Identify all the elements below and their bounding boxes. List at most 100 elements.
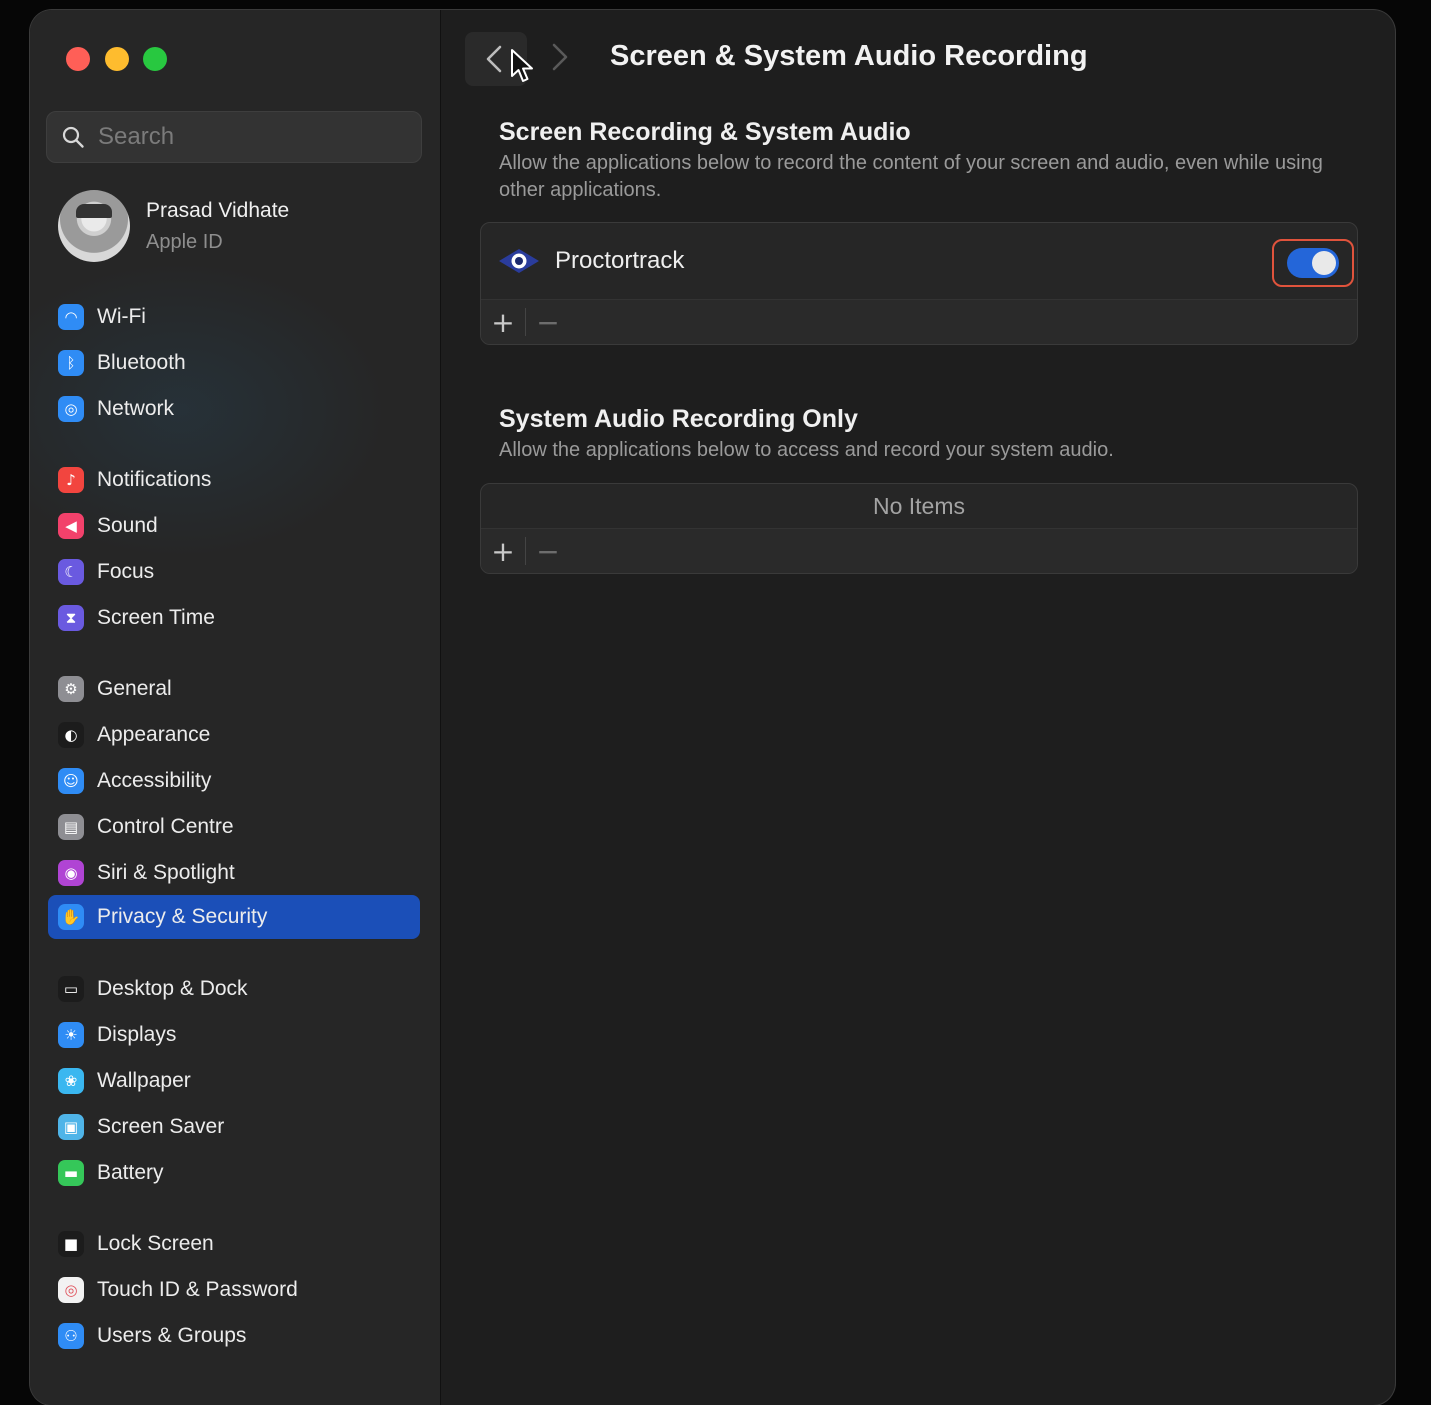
bluetooth-icon: ᛒ [58, 350, 84, 376]
sidebar-item-touch-id-password[interactable]: ◎ Touch ID & Password [48, 1268, 420, 1312]
page-title: Screen & System Audio Recording [610, 40, 1088, 72]
moon-icon: ☾ [58, 559, 84, 585]
apple-id-profile[interactable]: Prasad Vidhate Apple ID [58, 188, 418, 264]
sidebar-item-label: General [97, 677, 172, 700]
zoom-button[interactable] [143, 47, 167, 71]
screen-saver-icon: ▣ [58, 1114, 84, 1140]
sidebar-item-label: Battery [97, 1161, 164, 1184]
avatar [58, 190, 130, 262]
settings-window: Prasad Vidhate Apple ID ◠ Wi-Fi ᛒ Bluetooth… [30, 10, 1395, 1405]
hand-icon: ✋ [58, 904, 84, 930]
sidebar-item-screen-time[interactable]: ⧗ Screen Time [48, 596, 420, 640]
sidebar-item-general[interactable]: ⚙ General [48, 667, 420, 711]
profile-name: Prasad Vidhate [146, 198, 290, 222]
chevron-left-icon [485, 44, 503, 74]
proctortrack-eye-icon [497, 246, 541, 276]
app-row-proctortrack[interactable]: Proctortrack [481, 223, 1357, 300]
appearance-icon: ◐ [58, 722, 84, 748]
search-field[interactable] [46, 111, 422, 163]
sidebar: Prasad Vidhate Apple ID ◠ Wi-Fi ᛒ Bluetooth… [30, 10, 441, 1405]
sidebar-item-label: Sound [97, 514, 158, 537]
bell-icon: ♪ [58, 467, 84, 493]
proctortrack-toggle[interactable] [1287, 248, 1339, 278]
add-app-button[interactable]: + [481, 300, 525, 344]
fingerprint-icon: ◎ [58, 1277, 84, 1303]
system-audio-app-list: No Items + − [480, 483, 1358, 574]
gear-icon: ⚙ [58, 676, 84, 702]
remove-app-button[interactable]: − [526, 300, 570, 344]
sidebar-item-label: Siri & Spotlight [97, 861, 235, 884]
sidebar-item-focus[interactable]: ☾ Focus [48, 550, 420, 594]
users-icon: ⚇ [58, 1323, 84, 1349]
speaker-icon: ◀ [58, 513, 84, 539]
wifi-icon: ◠ [58, 304, 84, 330]
sidebar-item-label: Wallpaper [97, 1069, 191, 1092]
sidebar-item-privacy-security[interactable]: ✋ Privacy & Security [48, 895, 420, 939]
sidebar-item-label: Privacy & Security [97, 905, 268, 928]
search-icon [60, 124, 86, 150]
sidebar-item-label: Lock Screen [97, 1232, 214, 1255]
sidebar-item-siri-spotlight[interactable]: ◉ Siri & Spotlight [48, 851, 420, 895]
highlight-frame [1272, 239, 1354, 287]
sidebar-item-network[interactable]: ◎ Network [48, 387, 420, 431]
sidebar-item-label: Accessibility [97, 769, 212, 792]
app-name: Proctortrack [555, 247, 685, 274]
close-button[interactable] [66, 47, 90, 71]
accessibility-icon: ☺ [58, 768, 84, 794]
control-centre-icon: ▤ [58, 814, 84, 840]
sidebar-item-label: Notifications [97, 468, 212, 491]
lock-icon: ■ [58, 1231, 84, 1257]
sidebar-item-users-groups[interactable]: ⚇ Users & Groups [48, 1314, 420, 1358]
sidebar-item-label: Desktop & Dock [97, 977, 248, 1000]
sidebar-item-battery[interactable]: ▬ Battery [48, 1151, 420, 1195]
section-description-system-audio: Allow the applications below to access a… [499, 439, 1114, 461]
sidebar-item-screen-saver[interactable]: ▣ Screen Saver [48, 1105, 420, 1149]
sidebar-item-label: Appearance [97, 723, 211, 746]
empty-list-placeholder: No Items [481, 484, 1357, 529]
sidebar-item-label: Users & Groups [97, 1324, 247, 1347]
list-toolbar: + − [481, 529, 1357, 573]
section-description-screen-recording: Allow the applications below to record t… [499, 152, 1323, 201]
hourglass-icon: ⧗ [58, 605, 84, 631]
sidebar-item-label: Screen Saver [97, 1115, 225, 1138]
sidebar-item-label: Wi-Fi [97, 305, 146, 328]
battery-icon: ▬ [58, 1160, 84, 1186]
sidebar-item-bluetooth[interactable]: ᛒ Bluetooth [48, 341, 420, 385]
sidebar-item-label: Control Centre [97, 815, 234, 838]
sidebar-item-appearance[interactable]: ◐ Appearance [48, 713, 420, 757]
sidebar-item-label: Displays [97, 1023, 177, 1046]
wallpaper-icon: ❀ [58, 1068, 84, 1094]
sidebar-item-wallpaper[interactable]: ❀ Wallpaper [48, 1059, 420, 1103]
section-title-system-audio: System Audio Recording Only [499, 405, 858, 433]
add-app-button[interactable]: + [481, 529, 525, 573]
sidebar-item-control-centre[interactable]: ▤ Control Centre [48, 805, 420, 849]
chevron-right-icon [551, 42, 581, 72]
sun-icon: ☀ [58, 1022, 84, 1048]
remove-app-button[interactable]: − [526, 529, 570, 573]
globe-icon: ◎ [58, 396, 84, 422]
sidebar-item-desktop-dock[interactable]: ▭ Desktop & Dock [48, 967, 420, 1011]
sidebar-item-lock-screen[interactable]: ■ Lock Screen [48, 1222, 420, 1266]
sidebar-item-label: Bluetooth [97, 351, 186, 374]
sidebar-item-label: Focus [97, 560, 155, 583]
list-toolbar: + − [481, 300, 1357, 344]
mouse-pointer-icon [510, 48, 536, 89]
sidebar-item-displays[interactable]: ☀ Displays [48, 1013, 420, 1057]
profile-text: Prasad Vidhate Apple ID [146, 199, 289, 254]
section-title-screen-recording: Screen Recording & System Audio [499, 118, 911, 146]
sidebar-item-notifications[interactable]: ♪ Notifications [48, 458, 420, 502]
dock-icon: ▭ [58, 976, 84, 1002]
screen-recording-app-list: Proctortrack + − [480, 222, 1358, 345]
sidebar-item-accessibility[interactable]: ☺ Accessibility [48, 759, 420, 803]
sidebar-item-label: Screen Time [97, 606, 215, 629]
sidebar-item-label: Touch ID & Password [97, 1278, 298, 1301]
profile-subtitle: Apple ID [146, 230, 223, 253]
search-input[interactable] [96, 122, 400, 152]
toggle-knob [1312, 251, 1336, 275]
forward-button[interactable] [551, 42, 581, 76]
main-pane: Screen & System Audio Recording Screen R… [441, 10, 1395, 1405]
sidebar-item-sound[interactable]: ◀ Sound [48, 504, 420, 548]
sidebar-item-label: Network [97, 397, 175, 420]
sidebar-item-wi-fi[interactable]: ◠ Wi-Fi [48, 295, 420, 339]
minimize-button[interactable] [105, 47, 129, 71]
